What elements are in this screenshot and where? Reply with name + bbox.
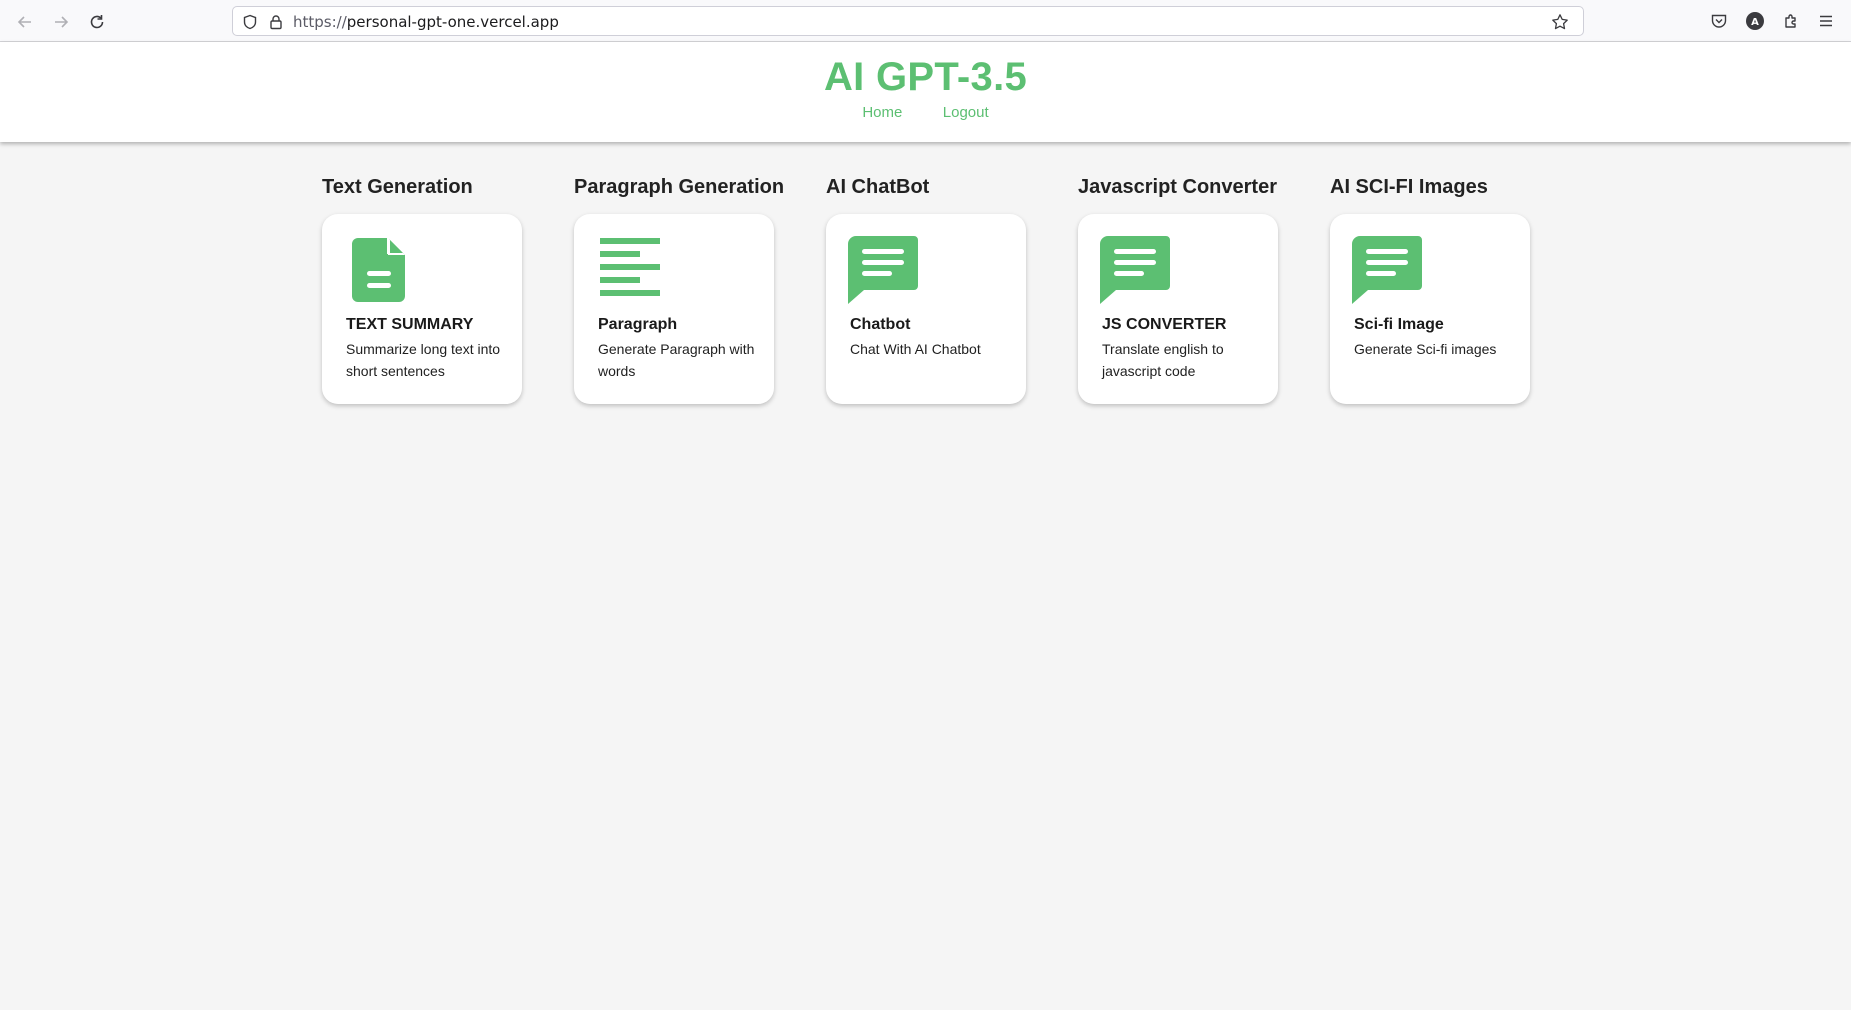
browser-toolbar: https://personal-gpt-one.vercel.app A (0, 0, 1851, 42)
chat-bubble-icon (1352, 236, 1422, 304)
feature-heading: Javascript Converter (1078, 176, 1277, 198)
feature-ai-scifi-images: AI SCI-FI Images Sci-fi Image Generate S… (1330, 176, 1530, 404)
app-header: AI GPT-3.5 Home Logout (0, 42, 1851, 142)
url-bar[interactable]: https://personal-gpt-one.vercel.app (232, 6, 1584, 36)
card-chatbot[interactable]: Chatbot Chat With AI Chatbot (826, 214, 1026, 404)
account-initial: A (1751, 17, 1759, 28)
forward-arrow-icon[interactable] (49, 10, 73, 34)
card-title: Paragraph (598, 316, 678, 333)
account-icon[interactable]: A (1745, 11, 1765, 31)
card-title: JS CONVERTER (1102, 316, 1227, 333)
nav-home-link[interactable]: Home (862, 104, 902, 121)
card-paragraph[interactable]: Paragraph Generate Paragraph with words (574, 214, 774, 404)
star-icon[interactable] (1551, 13, 1569, 31)
card-title: Chatbot (850, 316, 911, 333)
card-description: Generate Paragraph with words (598, 341, 755, 379)
chat-bubble-icon (848, 236, 918, 304)
shield-icon[interactable] (241, 13, 259, 31)
card-description: Translate english to javascript code (1102, 341, 1224, 379)
document-icon (352, 238, 405, 302)
feature-heading: Paragraph Generation (574, 176, 785, 198)
menu-icon[interactable] (1816, 11, 1836, 31)
card-text-summary[interactable]: TEXT SUMMARY Summarize long text into sh… (322, 214, 522, 404)
feature-javascript-converter: Javascript Converter JS CONVERTER Transl… (1078, 176, 1278, 404)
url-scheme: https:// (293, 13, 347, 31)
feature-text-generation: Text Generation TEXT SUMMARY Summarize l… (322, 176, 522, 404)
card-description: Generate Sci-fi images (1354, 341, 1497, 357)
card-title: TEXT SUMMARY (346, 316, 474, 333)
top-nav: Home Logout (0, 104, 1851, 122)
card-scifi-image[interactable]: Sci-fi Image Generate Sci-fi images (1330, 214, 1530, 404)
brand-title: AI GPT-3.5 (823, 55, 1028, 99)
card-description: Summarize long text into short sentences (346, 341, 501, 379)
nav-logout-link[interactable]: Logout (943, 104, 989, 121)
feature-paragraph-generation: Paragraph Generation Paragraph Generate … (574, 176, 785, 404)
feature-heading: AI SCI-FI Images (1330, 176, 1488, 198)
lock-icon[interactable] (267, 13, 285, 31)
feature-heading: Text Generation (322, 176, 473, 198)
chat-bubble-icon (1100, 236, 1170, 304)
reload-icon[interactable] (85, 10, 109, 34)
pocket-icon[interactable] (1709, 11, 1729, 31)
feature-ai-chatbot: AI ChatBot Chatbot Chat With AI Chatbot (826, 176, 1026, 404)
feature-heading: AI ChatBot (826, 176, 930, 198)
card-description: Chat With AI Chatbot (850, 341, 981, 357)
card-title: Sci-fi Image (1354, 316, 1444, 333)
extensions-icon[interactable] (1781, 11, 1801, 31)
back-arrow-icon[interactable] (13, 10, 37, 34)
paragraph-lines-icon (600, 238, 660, 296)
card-js-converter[interactable]: JS CONVERTER Translate english to javasc… (1078, 214, 1278, 404)
url-host: personal-gpt-one.vercel.app (346, 13, 559, 31)
url-text[interactable]: https://personal-gpt-one.vercel.app (293, 13, 559, 31)
